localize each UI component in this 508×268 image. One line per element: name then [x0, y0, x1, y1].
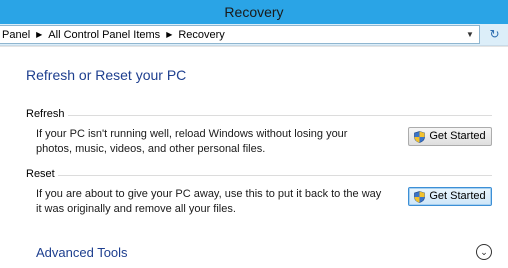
- address-bar: Panel ▶ All Control Panel Items ▶ Recovery ▼…: [0, 24, 508, 46]
- chevron-down-circle-icon[interactable]: ⌄: [476, 244, 492, 260]
- advanced-tools-link[interactable]: Advanced Tools: [36, 245, 128, 260]
- breadcrumb-separator-icon[interactable]: ▶: [162, 26, 176, 43]
- reset-description: If you are about to give your PC away, u…: [36, 188, 382, 215]
- breadcrumb-all-items[interactable]: All Control Panel Items: [46, 27, 162, 43]
- address-field[interactable]: Panel ▶ All Control Panel Items ▶ Recovery ▼: [0, 25, 480, 44]
- refresh-get-started-button[interactable]: Get Started: [408, 127, 492, 146]
- page-title: Refresh or Reset your PC: [26, 67, 187, 83]
- breadcrumb-separator-icon[interactable]: ▶: [32, 26, 46, 43]
- main-content: Refresh or Reset your PC Refresh If your…: [0, 46, 508, 268]
- address-dropdown-icon[interactable]: ▼: [465, 26, 475, 43]
- section-header-reset: Reset: [26, 168, 55, 180]
- section-header-refresh: Refresh: [26, 108, 65, 120]
- button-label: Get Started: [429, 130, 486, 142]
- breadcrumb-recovery[interactable]: Recovery: [176, 27, 226, 43]
- section-divider: [68, 115, 492, 116]
- window-title: Recovery: [224, 4, 284, 20]
- uac-shield-icon: [414, 130, 426, 143]
- uac-shield-icon: [414, 190, 426, 203]
- breadcrumb-control-panel[interactable]: Panel: [0, 27, 32, 43]
- refresh-description: If your PC isn't running well, reload Wi…: [36, 128, 348, 155]
- reset-get-started-button[interactable]: Get Started: [408, 187, 492, 206]
- refresh-icon[interactable]: ↻: [485, 26, 504, 43]
- section-divider: [58, 175, 492, 176]
- button-label: Get Started: [429, 190, 486, 202]
- window-titlebar: Recovery: [0, 0, 508, 24]
